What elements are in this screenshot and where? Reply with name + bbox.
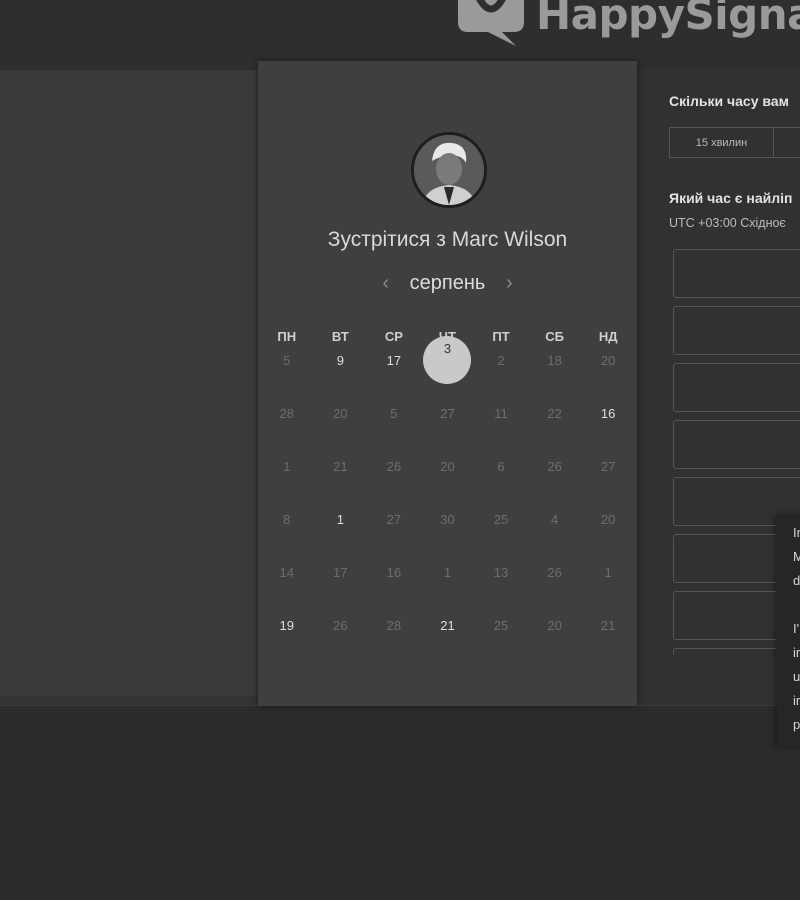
calendar-day: 28: [279, 406, 295, 421]
calendar-day: 26: [547, 565, 562, 580]
weekday-label: ПТ: [492, 329, 510, 344]
calendar-day[interactable]: 9: [314, 351, 368, 404]
weekday-label: СБ: [545, 329, 564, 344]
brand-name: HappySignal: [536, 0, 800, 39]
month-navigation: ‹ серпень ›: [258, 272, 637, 295]
page-footer-area: [0, 705, 800, 900]
scheduler-panel: Скільки часу вам 15 хвилин 3 Який час є …: [637, 70, 800, 705]
calendar-day: 16: [386, 565, 402, 580]
time-slot[interactable]: [673, 363, 800, 412]
calendar-day: 27: [386, 512, 402, 527]
calendar-week-row: 14 17 16 1 13 26 1: [260, 563, 635, 616]
calendar-day: 6: [497, 459, 505, 474]
popover-line: u: [793, 669, 800, 684]
calendar-day: 22: [547, 406, 562, 421]
weekday-label: НД: [598, 329, 618, 344]
duration-option-15[interactable]: 15 хвилин: [669, 127, 774, 158]
calendar-day[interactable]: 17: [367, 351, 421, 404]
meet-title: Зустрітися з Marc Wilson: [327, 228, 568, 251]
calendar-day: 18: [547, 353, 562, 368]
calendar-week-row: 28 20 5 27 11 22 16: [260, 404, 635, 457]
calendar-day: 21: [600, 618, 616, 633]
calendar-day: 4: [550, 512, 559, 527]
popover-line: p: [793, 717, 800, 732]
calendar-card: Зустрітися з Marc Wilson ‹ серпень › ПН …: [258, 61, 637, 706]
calendar-day: 5: [283, 353, 291, 368]
calendar-day: 26: [333, 618, 348, 633]
weekday-label: ПН: [277, 329, 297, 344]
prev-month-icon[interactable]: ‹: [376, 272, 396, 295]
time-slot[interactable]: [673, 249, 800, 298]
calendar-day: 30: [440, 512, 455, 527]
month-label: серпень: [409, 272, 486, 294]
calendar-day: 20: [440, 459, 455, 474]
calendar-week-row: 19 26 28 21 25 20 21: [260, 616, 635, 669]
speech-bubble-icon: [458, 0, 524, 46]
calendar-day[interactable]: 21: [421, 616, 475, 669]
calendar-day: 28: [386, 618, 402, 633]
calendar-day: 5: [390, 406, 398, 421]
duration-options: 15 хвилин 3: [669, 127, 800, 158]
calendar-week-row: 5 9 17 3 2 18 20: [260, 336, 635, 404]
popover-line: M: [793, 549, 800, 564]
person-photo: [414, 135, 484, 205]
calendar-day: 20: [600, 353, 616, 368]
help-popover: In M d I' ir u ir p: [777, 515, 800, 747]
calendar-day: 1: [604, 565, 612, 580]
top-header: HappySignal: [0, 0, 800, 70]
weekday-label: ВТ: [331, 329, 349, 344]
calendar-day[interactable]: 1: [314, 510, 368, 563]
calendar-day: 27: [600, 459, 616, 474]
time-question: Який час є найліп: [669, 190, 793, 206]
time-slot[interactable]: [673, 420, 800, 469]
calendar-day: 20: [333, 406, 348, 421]
calendar-day: 26: [386, 459, 402, 474]
popover-line: ir: [793, 693, 800, 708]
weekday-label: СР: [384, 329, 403, 344]
calendar-week-row: 1 21 26 20 6 26 27: [260, 457, 635, 510]
happysignal-logo[interactable]: HappySignal: [458, 0, 800, 46]
calendar-day: 20: [600, 512, 616, 527]
calendar-grid: ПН ВТ СР ЧТ ПТ СБ НД 5 9 17 3 2 18 20 28 20 5 27 11…: [260, 329, 635, 669]
popover-line: d: [793, 573, 800, 588]
timezone-label[interactable]: UTC +03:00 Східноє: [669, 216, 786, 230]
next-month-icon[interactable]: ›: [499, 272, 519, 295]
calendar-day: 8: [283, 512, 291, 527]
calendar-week-row: 8 1 27 30 25 4 20: [260, 510, 635, 563]
popover-line: ir: [793, 645, 800, 660]
calendar-day: 11: [494, 406, 508, 421]
calendar-day[interactable]: 16: [581, 404, 635, 457]
calendar-day: 2: [497, 353, 505, 368]
left-panel: [0, 70, 258, 696]
popover-line: In: [793, 525, 800, 540]
duration-question: Скільки часу вам: [669, 93, 789, 109]
calendar-weeks: 5 9 17 3 2 18 20 28 20 5 27 11 22 16 1 21 26 20 6 26 27 8 1 27 3…: [260, 336, 635, 669]
calendar-day: 17: [333, 565, 348, 580]
calendar-day: 1: [443, 565, 452, 580]
calendar-day: 21: [333, 459, 348, 474]
calendar-day: 26: [547, 459, 562, 474]
calendar-day: 14: [279, 565, 295, 580]
calendar-day-selected[interactable]: 3: [421, 336, 475, 404]
popover-line: I': [793, 621, 800, 636]
calendar-day: 27: [440, 406, 455, 421]
time-slot[interactable]: [673, 306, 800, 355]
calendar-day: 25: [493, 512, 509, 527]
calendar-day: 20: [547, 618, 562, 633]
calendar-day[interactable]: 19: [260, 616, 314, 669]
duration-option-30[interactable]: 3: [774, 127, 800, 158]
calendar-day: 13: [493, 565, 509, 580]
calendar-day: 25: [493, 618, 509, 633]
left-panel-footer: [0, 696, 258, 705]
calendar-day: 1: [283, 459, 291, 474]
avatar: [411, 132, 487, 208]
